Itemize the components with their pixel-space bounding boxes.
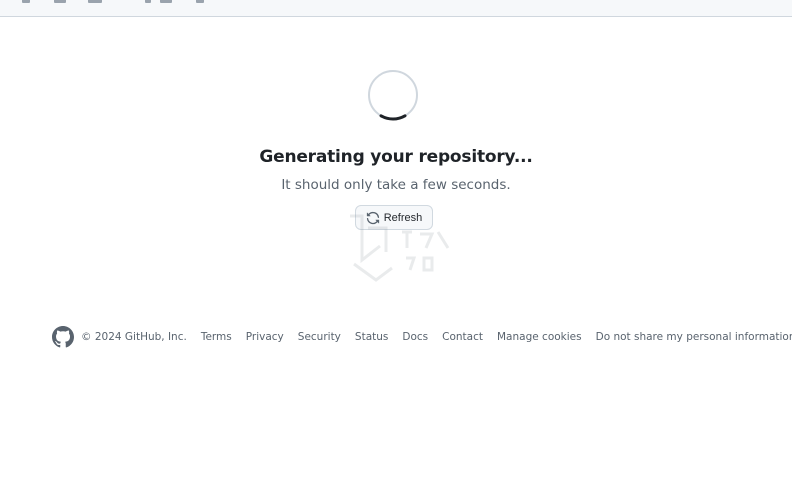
refresh-button-label: Refresh <box>383 211 423 224</box>
page-footer: © 2024 GitHub, Inc. Terms Privacy Securi… <box>52 326 792 348</box>
refresh-button[interactable]: Refresh <box>355 205 433 230</box>
page-title: Generating your repository... <box>259 147 533 167</box>
top-navigation-bar <box>0 0 792 17</box>
footer-link-privacy[interactable]: Privacy <box>246 331 284 343</box>
sync-icon <box>366 211 379 224</box>
footer-link-terms[interactable]: Terms <box>201 331 232 343</box>
loading-spinner-icon <box>368 70 418 121</box>
copyright-text: © 2024 GitHub, Inc. <box>81 331 187 343</box>
footer-link-status[interactable]: Status <box>355 331 388 343</box>
github-mark-icon[interactable] <box>52 326 74 348</box>
footer-link-do-not-share[interactable]: Do not share my personal information <box>596 331 792 343</box>
nav-fragment <box>54 0 66 3</box>
footer-link-security[interactable]: Security <box>298 331 341 343</box>
footer-link-contact[interactable]: Contact <box>442 331 483 343</box>
footer-link-manage-cookies[interactable]: Manage cookies <box>497 331 582 343</box>
nav-fragment <box>88 0 102 3</box>
page-subtitle: It should only take a few seconds. <box>281 177 511 193</box>
nav-fragment <box>196 0 204 3</box>
nav-fragment <box>160 0 172 3</box>
nav-fragment <box>145 0 151 3</box>
nav-fragment <box>22 0 30 3</box>
footer-link-docs[interactable]: Docs <box>402 331 428 343</box>
